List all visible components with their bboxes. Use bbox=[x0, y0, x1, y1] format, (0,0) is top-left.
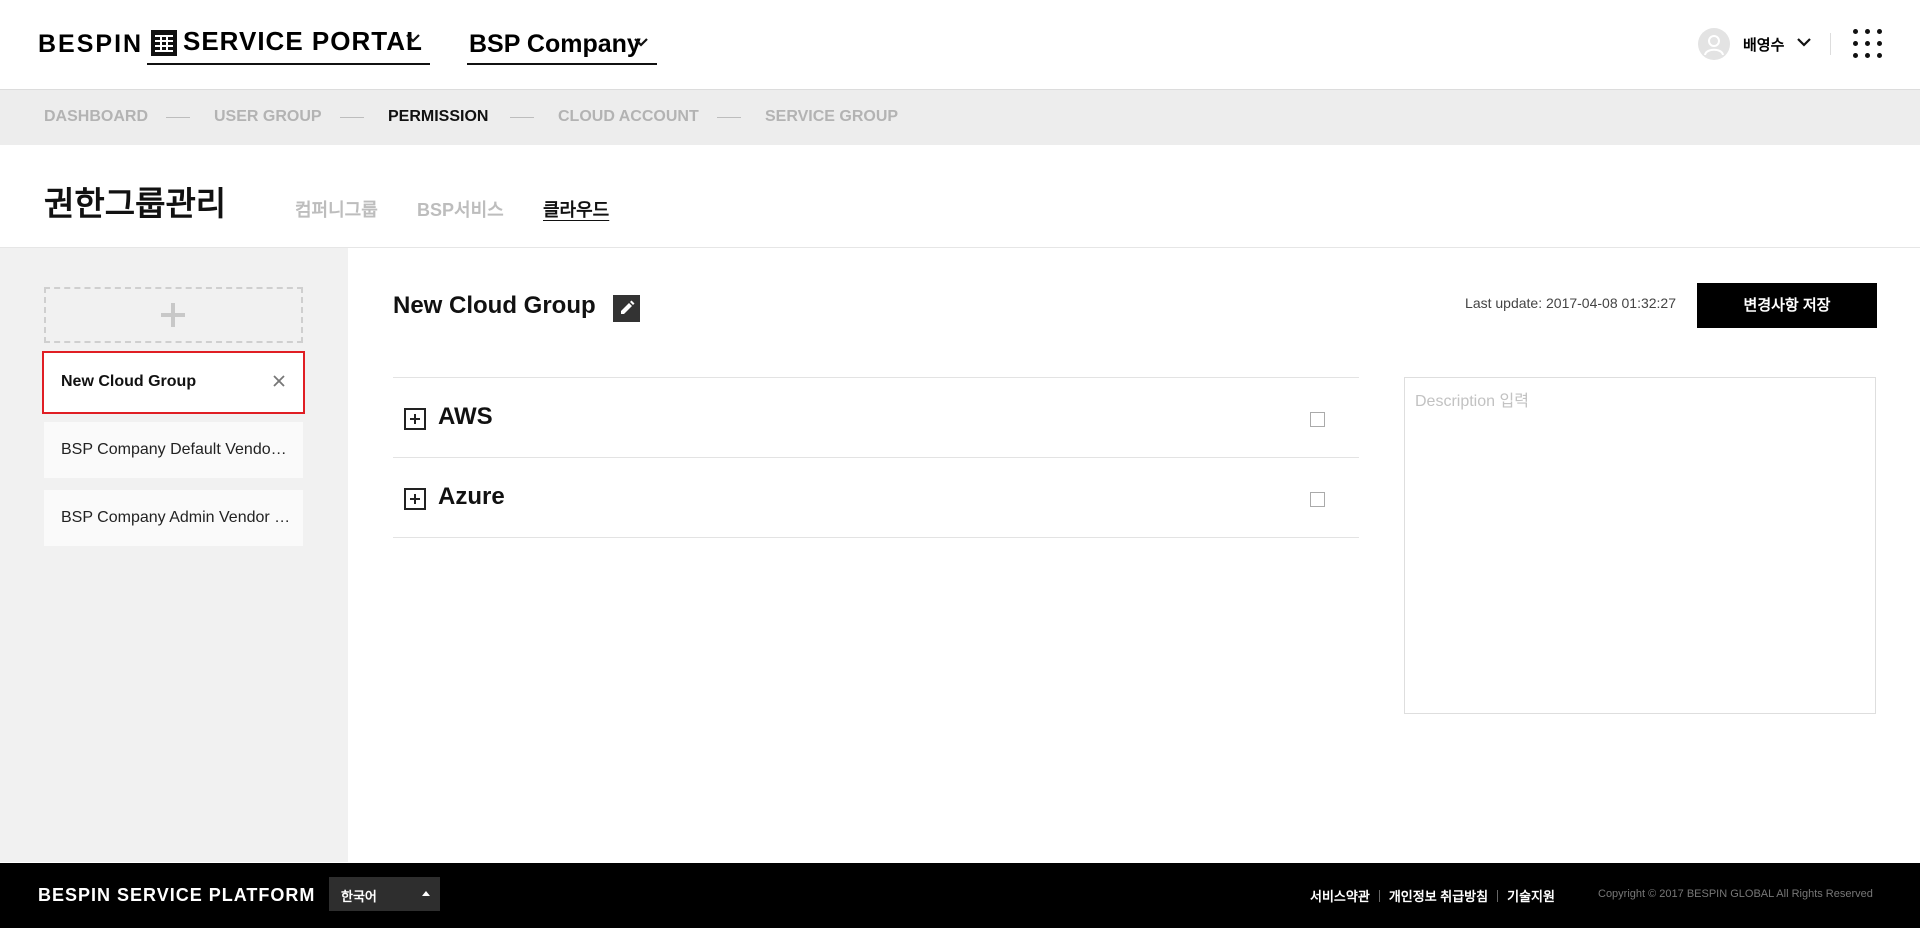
add-group-button[interactable] bbox=[44, 287, 303, 343]
group-item-admin-vendor[interactable]: BSP Company Admin Vendor Group bbox=[44, 490, 303, 546]
vendor-name: AWS bbox=[438, 403, 493, 430]
description-field[interactable] bbox=[1404, 377, 1876, 714]
user-name: 배영수 bbox=[1743, 37, 1785, 54]
vendor-checkbox[interactable] bbox=[1310, 492, 1325, 507]
vendor-list: AWS Azure bbox=[393, 377, 1359, 538]
footer-link-support[interactable]: 기술지원 bbox=[1507, 889, 1555, 904]
group-item-new-cloud-group[interactable]: New Cloud Group bbox=[42, 351, 305, 414]
vendor-row-azure: Azure bbox=[393, 458, 1359, 538]
tab-cloud[interactable]: 클라우드 bbox=[543, 196, 609, 222]
step-dashboard[interactable]: DASHBOARD bbox=[44, 108, 148, 126]
footer-link-separator bbox=[1497, 890, 1499, 902]
group-item-default-vendor[interactable]: BSP Company Default Vendor Group bbox=[44, 422, 303, 478]
group-sidebar: New Cloud Group BSP Company Default Vend… bbox=[0, 248, 348, 862]
top-header: BESPIN SERVICE PORTAL BSP Company 배영수 bbox=[0, 0, 1920, 90]
divider bbox=[1830, 33, 1831, 55]
expand-plus-icon[interactable] bbox=[404, 408, 426, 430]
last-update-text: Last update: 2017-04-08 01:32:27 bbox=[1465, 295, 1676, 311]
copyright-text: Copyright © 2017 BESPIN GLOBAL All Right… bbox=[1598, 888, 1873, 900]
footer: BESPIN SERVICE PLATFORM 한국어 서비스약관 개인정보 취급… bbox=[0, 863, 1920, 928]
service-portal-dropdown[interactable]: SERVICE PORTAL bbox=[147, 26, 430, 65]
step-user-group[interactable]: USER GROUP bbox=[214, 108, 322, 126]
step-connector bbox=[510, 117, 534, 118]
footer-links: 서비스약관 개인정보 취급방침 기술지원 bbox=[1310, 886, 1555, 905]
company-dropdown[interactable]: BSP Company bbox=[467, 28, 657, 65]
service-portal-label: SERVICE PORTAL bbox=[183, 26, 423, 56]
chevron-down-icon bbox=[406, 34, 420, 43]
footer-link-terms[interactable]: 서비스약관 bbox=[1310, 889, 1370, 904]
page-titlebar: 권한그룹관리 컴퍼니그룹 BSP서비스 클라우드 bbox=[0, 145, 1920, 248]
vendor-name: Azure bbox=[438, 483, 505, 510]
step-connector bbox=[717, 117, 741, 118]
footer-brand: BESPIN SERVICE PLATFORM bbox=[38, 885, 316, 905]
group-item-label: New Cloud Group bbox=[61, 373, 197, 390]
tab-bsp-service[interactable]: BSP서비스 bbox=[417, 196, 504, 222]
user-avatar-icon bbox=[1698, 28, 1730, 60]
group-item-label: BSP Company Default Vendor Group bbox=[61, 441, 291, 458]
expand-plus-icon[interactable] bbox=[404, 488, 426, 510]
footer-link-privacy[interactable]: 개인정보 취급방침 bbox=[1389, 889, 1488, 904]
step-navigation: DASHBOARD USER GROUP PERMISSION CLOUD AC… bbox=[0, 90, 1920, 145]
bespin-logo[interactable]: BESPIN bbox=[38, 30, 143, 59]
plus-icon bbox=[161, 303, 185, 327]
step-service-group[interactable]: SERVICE GROUP bbox=[765, 108, 898, 126]
close-icon[interactable] bbox=[272, 374, 286, 388]
footer-link-separator bbox=[1378, 890, 1380, 902]
vendor-row-aws: AWS bbox=[393, 378, 1359, 458]
triangle-up-icon bbox=[422, 891, 430, 896]
step-permission[interactable]: PERMISSION bbox=[388, 108, 488, 126]
page-title: 권한그룹관리 bbox=[44, 185, 227, 222]
grid-logo-icon bbox=[151, 30, 177, 56]
group-name-title: New Cloud Group bbox=[393, 292, 596, 319]
save-changes-button[interactable]: 변경사항 저장 bbox=[1697, 283, 1877, 328]
step-connector bbox=[166, 117, 190, 118]
chevron-down-icon bbox=[1797, 38, 1811, 47]
language-select[interactable]: 한국어 bbox=[329, 877, 440, 911]
tab-company-group[interactable]: 컴퍼니그룹 bbox=[295, 196, 378, 222]
company-label: BSP Company bbox=[469, 30, 641, 58]
language-label: 한국어 bbox=[341, 889, 377, 904]
apps-grid-icon[interactable] bbox=[1853, 29, 1883, 59]
edit-name-button[interactable] bbox=[613, 295, 640, 322]
group-item-label: BSP Company Admin Vendor Group bbox=[61, 509, 291, 526]
step-cloud-account[interactable]: CLOUD ACCOUNT bbox=[558, 108, 699, 126]
chevron-down-icon bbox=[634, 38, 648, 47]
pencil-icon bbox=[621, 300, 635, 314]
step-connector bbox=[340, 117, 364, 118]
vendor-checkbox[interactable] bbox=[1310, 412, 1325, 427]
